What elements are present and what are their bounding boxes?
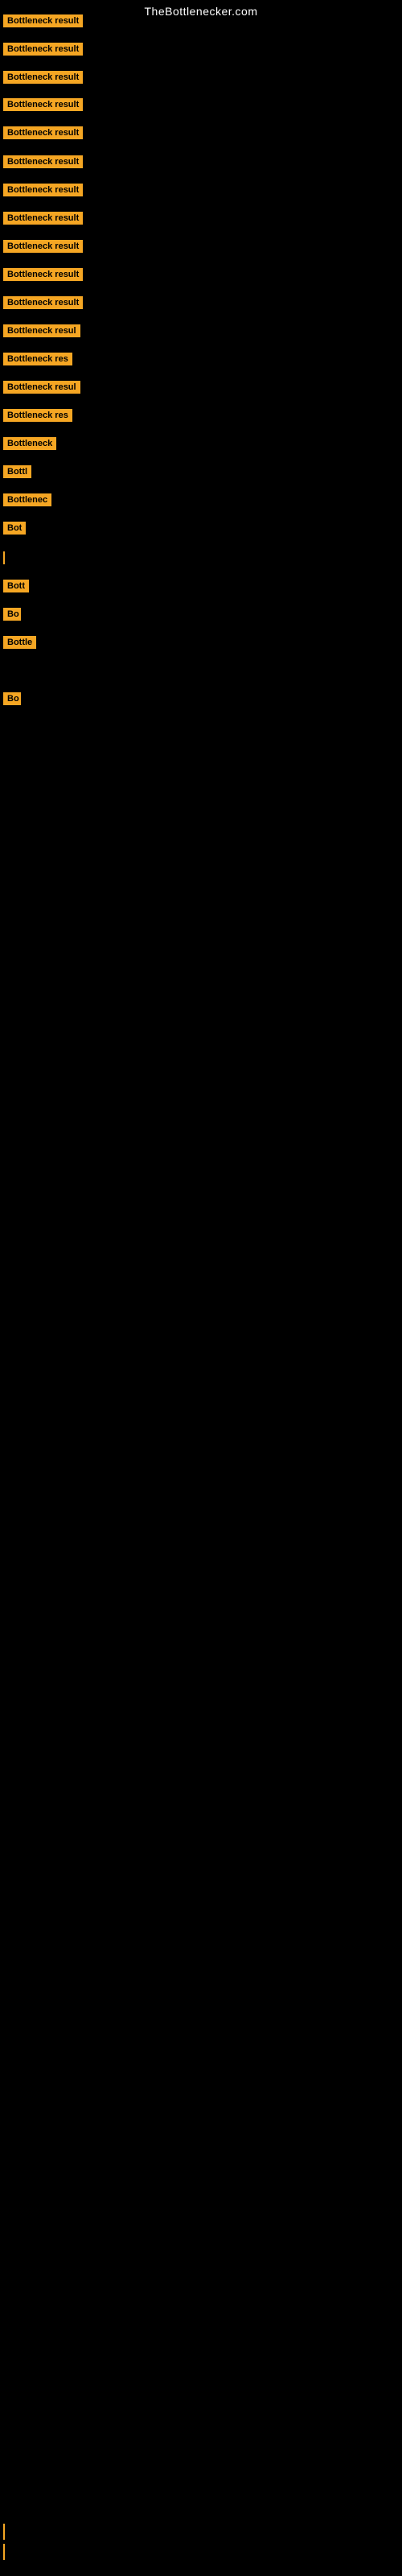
badge-text: Bott [3, 580, 29, 592]
bottleneck-result-badge-18: Bot [3, 522, 26, 539]
badge-text: Bottleneck result [3, 98, 83, 111]
badge-text: Bottleneck resul [3, 381, 80, 394]
bottleneck-result-badge-3: Bottleneck result [3, 98, 83, 115]
bottleneck-result-badge-20: Bo [3, 608, 21, 625]
badge-text: Bottleneck result [3, 240, 83, 253]
badge-text: Bottleneck result [3, 43, 83, 56]
bottleneck-result-badge-21: Bottle [3, 636, 36, 653]
badge-text: Bottleneck result [3, 268, 83, 281]
badge-text: Bottleneck res [3, 409, 72, 422]
bottleneck-result-badge-22: Bo [3, 692, 21, 709]
bottleneck-result-badge-0: Bottleneck result [3, 14, 83, 31]
vertical-line-0 [3, 551, 5, 564]
badge-text: Bo [3, 692, 21, 705]
badge-text: Bottleneck result [3, 212, 83, 225]
bottleneck-result-badge-5: Bottleneck result [3, 155, 83, 172]
badge-text: Bot [3, 522, 26, 535]
bottleneck-result-badge-8: Bottleneck result [3, 240, 83, 257]
badge-text: Bottl [3, 465, 31, 478]
bottleneck-result-badge-9: Bottleneck result [3, 268, 83, 285]
vertical-line-1 [3, 2524, 5, 2540]
bottleneck-result-badge-16: Bottl [3, 465, 31, 482]
badge-text: Bottleneck result [3, 126, 83, 139]
bottleneck-result-badge-13: Bottleneck resul [3, 381, 80, 398]
bottleneck-result-badge-14: Bottleneck res [3, 409, 72, 426]
badge-text: Bottleneck result [3, 155, 83, 168]
badge-text: Bottleneck result [3, 71, 83, 84]
bottleneck-result-badge-2: Bottleneck result [3, 71, 83, 88]
bottleneck-result-badge-11: Bottleneck resul [3, 324, 80, 341]
bottleneck-result-badge-12: Bottleneck res [3, 353, 72, 369]
badge-text: Bottleneck [3, 437, 56, 450]
badge-text: Bottlenec [3, 493, 51, 506]
bottleneck-result-badge-19: Bott [3, 580, 29, 597]
bottleneck-result-badge-1: Bottleneck result [3, 43, 83, 60]
badge-text: Bottleneck result [3, 14, 83, 27]
bottleneck-result-badge-15: Bottleneck [3, 437, 56, 454]
badge-text: Bottleneck result [3, 296, 83, 309]
badge-text: Bottle [3, 636, 36, 649]
bottleneck-result-badge-17: Bottlenec [3, 493, 51, 510]
badge-text: Bottleneck resul [3, 324, 80, 337]
badge-text: Bo [3, 608, 21, 621]
badge-text: Bottleneck result [3, 184, 83, 196]
bottleneck-result-badge-7: Bottleneck result [3, 212, 83, 229]
bottleneck-result-badge-4: Bottleneck result [3, 126, 83, 143]
badge-text: Bottleneck res [3, 353, 72, 365]
vertical-line-2 [3, 2544, 5, 2560]
bottleneck-result-badge-10: Bottleneck result [3, 296, 83, 313]
bottleneck-result-badge-6: Bottleneck result [3, 184, 83, 200]
